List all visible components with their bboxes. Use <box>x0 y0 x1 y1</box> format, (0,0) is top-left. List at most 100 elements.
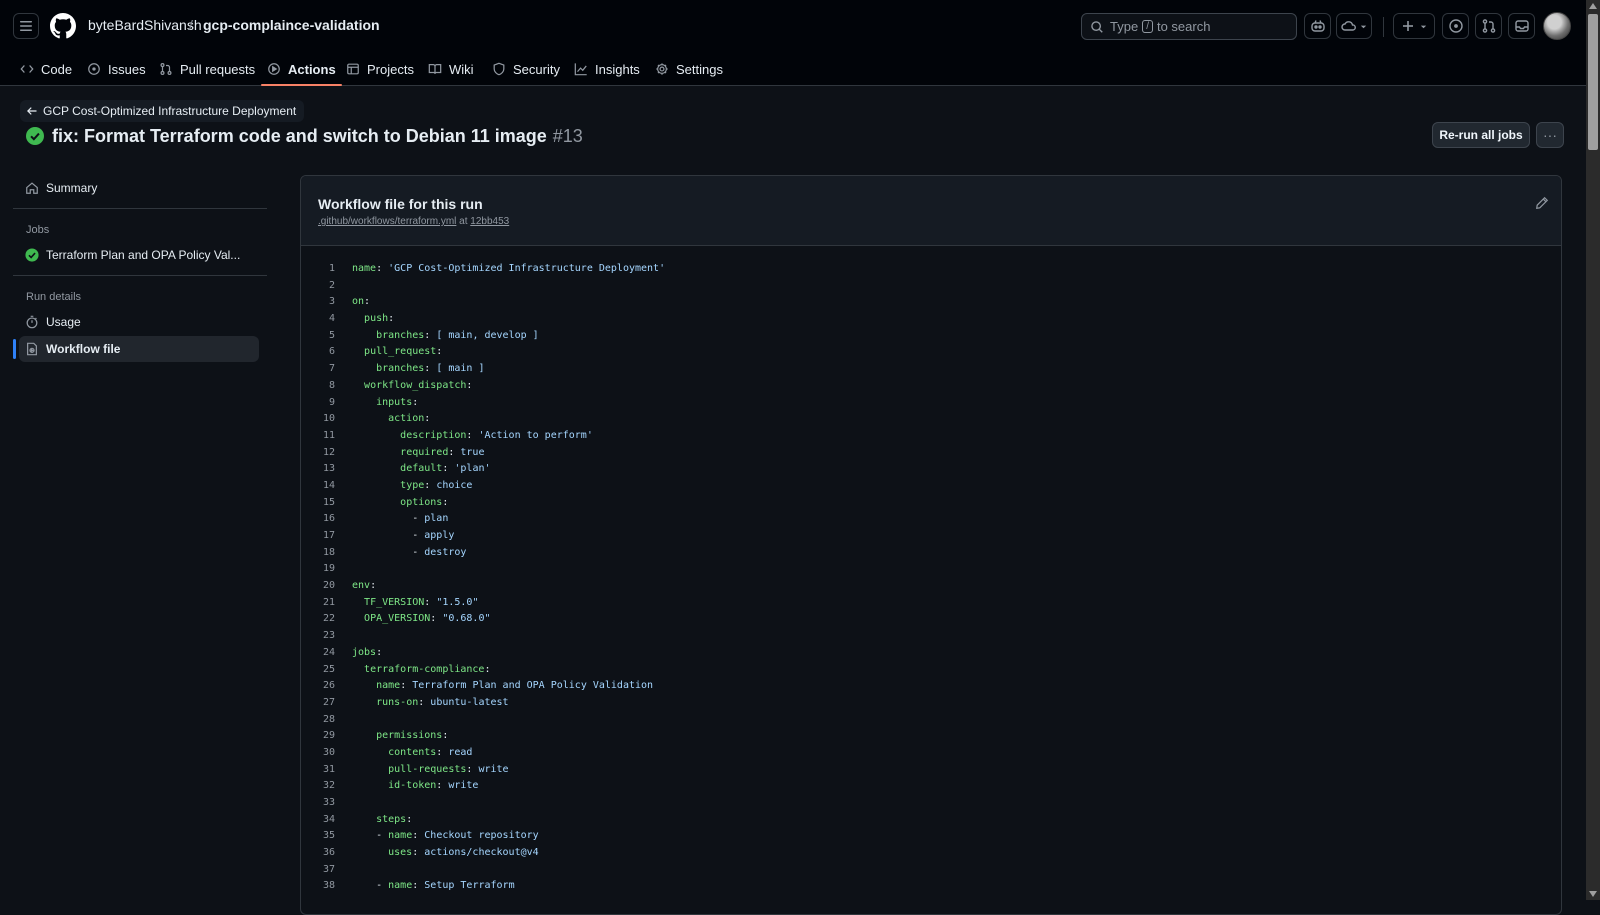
pencil-icon[interactable] <box>1535 196 1549 210</box>
code-text: - name: Checkout repository <box>376 830 539 842</box>
code-viewer[interactable]: 1 name: 'GCP Cost-Optimized Infrastructur… <box>301 261 1561 895</box>
tab-actions[interactable]: Actions <box>261 52 342 86</box>
line-number: 11 <box>322 429 335 441</box>
create-new-button[interactable] <box>1393 13 1435 39</box>
code-icon <box>20 65 34 73</box>
line-number: 18 <box>322 546 335 558</box>
shield-icon <box>493 62 505 76</box>
gear-icon <box>656 63 668 75</box>
panel-title: Workflow file for this run <box>318 196 483 212</box>
line-number: 25 <box>322 663 335 675</box>
code-line: 32 id-token: write <box>301 778 1561 795</box>
tab-pull-requests[interactable]: Pull requests <box>159 52 255 86</box>
sidebar-item-summary[interactable]: Summary <box>19 175 259 201</box>
tab-wiki[interactable]: Wiki <box>428 52 474 86</box>
line-number: 16 <box>322 513 335 525</box>
code-text: on: <box>352 296 371 308</box>
line-number: 35 <box>322 830 335 842</box>
sidebar-item-job[interactable]: Terraform Plan and OPA Policy Val... <box>19 242 259 268</box>
run-title: fix: Format Terraform code and switch to… <box>26 125 583 147</box>
book-icon <box>428 64 442 74</box>
line-number: 28 <box>322 713 335 725</box>
code-line: 19 <box>301 561 1561 578</box>
issues-button[interactable] <box>1442 13 1469 39</box>
code-text: - name: Setup Terraform <box>376 880 515 892</box>
line-number: 32 <box>322 780 335 792</box>
page-scrollbar[interactable] <box>1586 0 1600 900</box>
success-check-icon <box>26 127 44 145</box>
more-options-button[interactable]: ··· <box>1536 122 1564 148</box>
line-number: 9 <box>328 396 335 408</box>
scroll-up-arrow-icon[interactable] <box>1589 3 1597 9</box>
tab-projects[interactable]: Projects <box>346 52 414 86</box>
table-icon <box>347 63 359 75</box>
code-text: - destroy <box>412 546 467 558</box>
tab-label: Code <box>41 61 73 77</box>
tab-label: Settings <box>676 61 723 77</box>
back-to-workflow-link[interactable]: GCP Cost-Optimized Infrastructure Deploy… <box>20 100 305 122</box>
code-text: default: 'plan' <box>400 463 491 475</box>
tab-issues[interactable]: Issues <box>87 52 146 86</box>
line-number: 2 <box>328 279 335 291</box>
tab-settings[interactable]: Settings <box>655 52 723 86</box>
code-text: inputs: <box>376 396 419 408</box>
tab-insights[interactable]: Insights <box>574 52 640 86</box>
code-line: 7 branches: [ main ] <box>301 361 1561 378</box>
code-text: required: true <box>400 446 485 458</box>
code-line: 1 name: 'GCP Cost-Optimized Infrastructur… <box>301 261 1561 278</box>
code-line: 13 default: 'plan' <box>301 461 1561 478</box>
line-number: 15 <box>322 496 335 508</box>
code-text: branches: [ main ] <box>376 363 485 375</box>
pull-requests-button[interactable] <box>1475 13 1502 39</box>
code-text: - plan <box>412 513 449 525</box>
code-line: 12 required: true <box>301 445 1561 462</box>
code-text: pull_request: <box>364 346 443 358</box>
code-text: terraform-compliance: <box>364 663 491 675</box>
tab-code[interactable]: Code <box>20 52 72 86</box>
line-number: 33 <box>322 797 335 808</box>
line-number: 7 <box>328 363 335 375</box>
workflow-file-path-link[interactable]: .github/workflows/terraform.yml <box>318 216 456 227</box>
run-title-text: fix: Format Terraform code and switch to… <box>52 125 547 146</box>
line-number: 10 <box>322 413 335 425</box>
workflow-file-icon <box>27 342 37 356</box>
code-line: 27 runs-on: ubuntu-latest <box>301 695 1561 712</box>
sidebar-item-label: Usage <box>46 315 81 329</box>
breadcrumb-repo[interactable]: gcp-complaince-validation <box>203 17 380 33</box>
copilot-button[interactable] <box>1304 13 1331 39</box>
commit-sha-link[interactable]: 12bb453 <box>470 216 509 227</box>
line-number: 19 <box>322 563 335 575</box>
github-logo-icon[interactable] <box>50 13 76 39</box>
search-input[interactable]: Type / to search <box>1081 13 1297 40</box>
breadcrumb-owner[interactable]: byteBardShivansh <box>88 17 202 33</box>
sidebar-item-usage[interactable]: Usage <box>19 309 259 335</box>
hamburger-menu-button[interactable] <box>13 13 39 39</box>
code-line: 33 <box>301 795 1561 812</box>
code-line: 5 branches: [ main, develop ] <box>301 328 1561 345</box>
panel-header: Workflow file for this run .github/workf… <box>301 176 1561 246</box>
code-line: 6 pull_request: <box>301 344 1561 361</box>
code-text: - apply <box>412 530 455 541</box>
scroll-down-arrow-icon[interactable] <box>1589 891 1597 897</box>
code-line: 35 - name: Checkout repository <box>301 828 1561 845</box>
user-avatar[interactable] <box>1543 12 1571 40</box>
inbox-button[interactable] <box>1508 13 1535 39</box>
success-check-icon <box>25 248 39 262</box>
line-number: 23 <box>322 630 335 642</box>
line-number: 30 <box>322 746 335 758</box>
line-number: 20 <box>322 580 335 592</box>
sidebar-item-workflow-file[interactable]: Workflow file <box>13 336 259 362</box>
header-divider <box>1383 17 1384 37</box>
line-number: 12 <box>322 446 335 458</box>
scrollbar-thumb[interactable] <box>1588 14 1598 150</box>
tab-security[interactable]: Security <box>492 52 560 86</box>
line-number: 38 <box>322 880 335 892</box>
code-line: 4 push: <box>301 311 1561 328</box>
copilot-menu-button[interactable] <box>1336 13 1372 39</box>
global-header: byteBardShivansh / gcp-complaince-valida… <box>0 0 1586 86</box>
rerun-all-jobs-button[interactable]: Re-run all jobs <box>1432 122 1530 148</box>
sidebar-divider <box>13 275 267 276</box>
